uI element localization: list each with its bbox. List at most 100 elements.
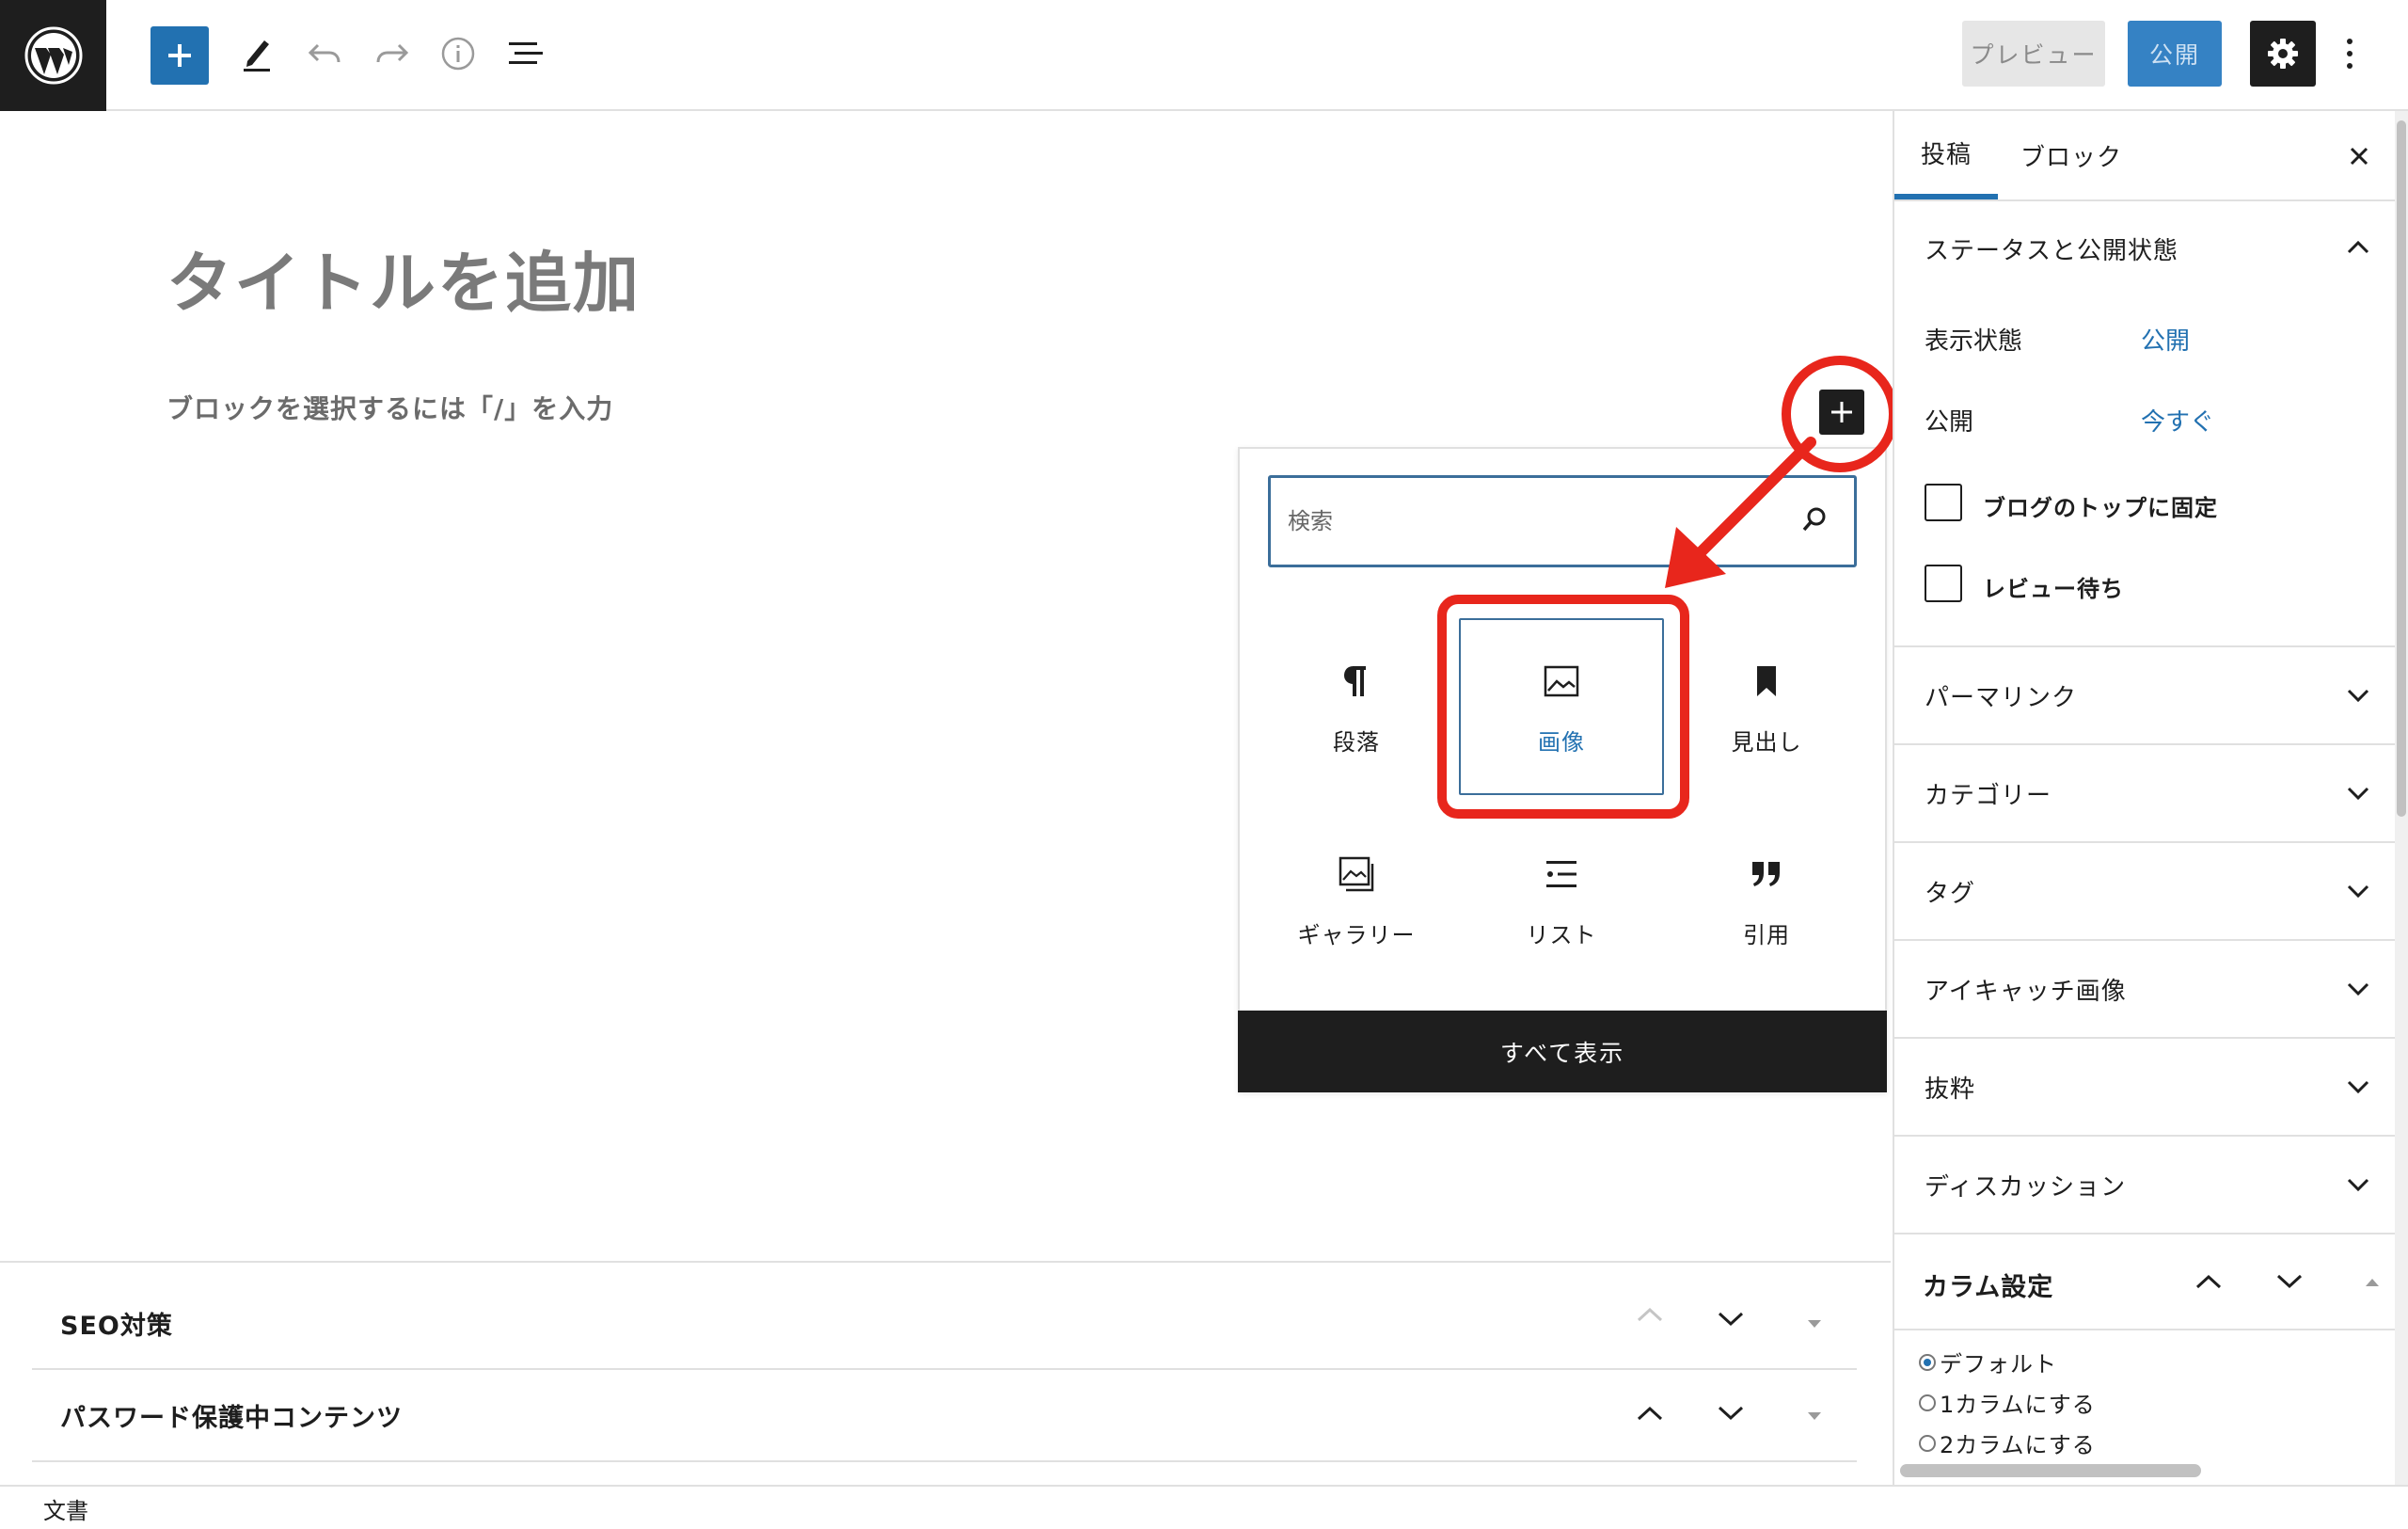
tab-block[interactable]: ブロック (2013, 111, 2130, 199)
list-view-button[interactable] (493, 21, 559, 87)
block-item-list[interactable]: リスト (1460, 811, 1663, 988)
chevron-up-icon (2347, 240, 2369, 254)
chevron-up-icon (1637, 1307, 1663, 1322)
vertical-ellipsis-icon (2347, 39, 2353, 69)
caret-up-icon (2366, 1279, 2379, 1286)
panel-discussion[interactable]: ディスカッション (1894, 1137, 2395, 1234)
close-sidebar-button[interactable] (2342, 139, 2376, 173)
block-item-label: ギャラリー (1297, 922, 1416, 948)
move-up-button[interactable] (2194, 1272, 2224, 1295)
chevron-down-icon (2347, 689, 2369, 703)
default-block-appender[interactable]: ブロックを選択するには「/」を入力 (166, 389, 613, 426)
sticky-checkbox[interactable] (1925, 484, 1962, 521)
annotation-arrow (1665, 437, 1816, 588)
scrollbar-thumb[interactable] (2397, 120, 2406, 817)
chevron-down-icon (2347, 982, 2369, 996)
block-item-label: 引用 (1743, 922, 1790, 948)
caret-down-icon (1808, 1320, 1821, 1328)
toggle-panel-button[interactable] (1806, 1315, 1823, 1333)
panel-featured-image[interactable]: アイキャッチ画像 (1894, 941, 2395, 1039)
breadcrumb-document[interactable]: 文書 (43, 1492, 88, 1525)
panel-title-status[interactable]: ステータスと公開状態 (1925, 231, 2178, 266)
chevron-down-icon (2347, 1080, 2369, 1094)
radio-label: 2カラムにする (1940, 1432, 2096, 1458)
wordpress-icon (24, 26, 82, 85)
list-view-icon (509, 42, 543, 64)
preview-button[interactable]: プレビュー (1962, 21, 2105, 87)
undo-icon (308, 43, 341, 63)
panel-title: アイキャッチ画像 (1925, 977, 2127, 1006)
chevron-up-icon (1637, 1406, 1663, 1421)
details-button[interactable] (425, 21, 491, 87)
visibility-label: 表示状態 (1925, 327, 2023, 356)
settings-button[interactable] (2250, 21, 2316, 87)
browse-all-blocks-button[interactable]: すべて表示 (1238, 1011, 1887, 1092)
caret-down-icon (1808, 1412, 1821, 1420)
chevron-down-icon (1718, 1312, 1744, 1327)
panel-title: ディスカッション (1925, 1172, 2127, 1202)
radio-label: デフォルト (1940, 1351, 2057, 1378)
chevron-down-icon (2347, 1178, 2369, 1192)
gallery-icon (1339, 856, 1374, 892)
panel-title-column-settings: カラム設定 (1923, 1273, 2054, 1302)
annotation-highlight-frame (1437, 595, 1689, 819)
visibility-value-link[interactable]: 公開 (2141, 322, 2190, 357)
toggle-panel-button[interactable] (1806, 1408, 1823, 1425)
column-option-default[interactable]: デフォルト (1919, 1346, 2057, 1378)
publish-label: 公開 (1925, 408, 1974, 437)
close-icon (2350, 147, 2368, 166)
paragraph-icon (1344, 666, 1366, 696)
metabox-seo: SEO対策 (32, 1278, 1857, 1370)
block-item-gallery[interactable]: ギャラリー (1255, 811, 1458, 988)
toggle-panel-button[interactable] (2365, 1274, 2380, 1292)
block-item-heading[interactable]: 見出し (1665, 618, 1868, 795)
metabox-password-protected: パスワード保護中コンテンツ (32, 1370, 1857, 1462)
move-up-button[interactable] (1635, 1404, 1665, 1426)
radio-button[interactable] (1919, 1434, 1936, 1452)
sidebar-horizontal-scrollbar[interactable] (1900, 1464, 2201, 1477)
publish-button[interactable]: 公開 (2128, 21, 2222, 87)
chevron-down-icon (2347, 787, 2369, 801)
sticky-checkbox-label: ブログのトップに固定 (1983, 495, 2218, 521)
panel-title: タグ (1925, 879, 1976, 908)
radio-label: 1カラムにする (1940, 1392, 2096, 1418)
block-item-quote[interactable]: 引用 (1665, 811, 1868, 988)
block-inserter-toggle-button[interactable] (150, 26, 209, 85)
panel-title: パーマリンク (1925, 683, 2078, 712)
redo-button[interactable] (359, 21, 425, 87)
panel-title: カテゴリー (1925, 781, 2052, 810)
pending-review-checkbox[interactable] (1925, 565, 1962, 602)
undo-button[interactable] (292, 21, 357, 87)
redo-icon (376, 43, 409, 63)
tab-post[interactable]: 投稿 (1894, 111, 1998, 199)
pending-review-label: レビュー待ち (1983, 576, 2124, 602)
block-item-label: 見出し (1731, 729, 1802, 756)
panel-categories[interactable]: カテゴリー (1894, 745, 2395, 843)
tools-edit-button[interactable] (224, 21, 290, 87)
move-up-button[interactable] (1635, 1305, 1665, 1328)
radio-button[interactable] (1919, 1394, 1936, 1411)
radio-button[interactable] (1919, 1353, 1936, 1371)
wordpress-logo-button[interactable] (0, 0, 106, 111)
move-down-button[interactable] (2274, 1272, 2305, 1295)
collapse-panel-button[interactable] (2346, 239, 2370, 260)
move-down-button[interactable] (1716, 1404, 1746, 1426)
panel-permalink[interactable]: パーマリンク (1894, 647, 2395, 745)
chevron-down-icon (1718, 1406, 1744, 1421)
panel-excerpt[interactable]: 抜粋 (1894, 1039, 2395, 1137)
gear-icon (2268, 39, 2298, 69)
publish-date-link[interactable]: 今すぐ (2141, 403, 2214, 438)
editor-footer (0, 1485, 2408, 1529)
chevron-up-icon (2195, 1274, 2222, 1289)
plus-icon (168, 44, 191, 67)
post-title-input[interactable]: タイトルを追加 (166, 231, 641, 326)
quote-icon (1752, 862, 1780, 886)
column-option-one[interactable]: 1カラムにする (1919, 1386, 2096, 1419)
column-option-two[interactable]: 2カラムにする (1919, 1426, 2096, 1459)
list-icon (1546, 861, 1576, 887)
panel-title: 抜粋 (1925, 1075, 1976, 1104)
block-item-paragraph[interactable]: 段落 (1255, 618, 1458, 795)
more-options-button[interactable] (2333, 21, 2367, 87)
panel-tags[interactable]: タグ (1894, 843, 2395, 941)
move-down-button[interactable] (1716, 1310, 1746, 1332)
